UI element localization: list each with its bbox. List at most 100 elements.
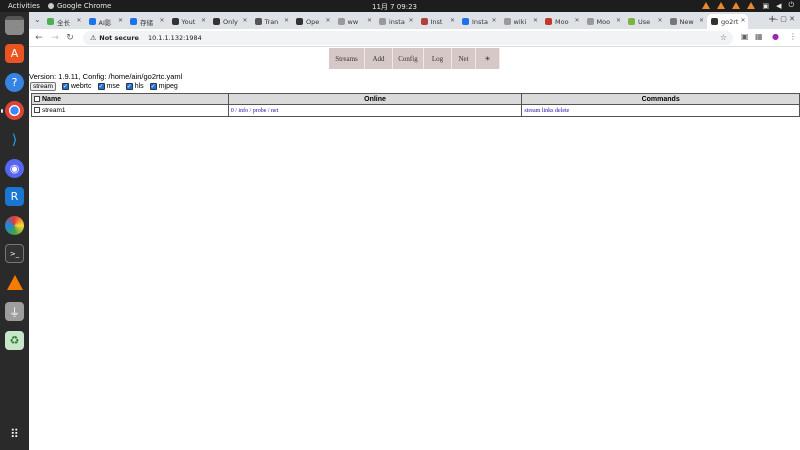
name-column-header[interactable]: Name (31, 93, 229, 105)
extension-icon[interactable]: ▣ (741, 32, 749, 41)
bookmark-star-icon[interactable]: ☆ (720, 33, 727, 42)
rustdesk-icon[interactable]: R (5, 187, 24, 206)
update-warning-icon (717, 2, 726, 9)
tab-favicon-icon (420, 18, 428, 25)
browser-tab[interactable]: Only ✕ (209, 14, 250, 29)
warning-icon: ⚠ (90, 34, 97, 42)
window-controls[interactable]: — ▢ ✕ (771, 15, 795, 23)
menu-item-streams[interactable]: Streams (329, 48, 365, 69)
tab-close-icon[interactable]: ✕ (242, 17, 247, 24)
menu-item-theme-toggle[interactable]: ☀ (476, 48, 500, 69)
forward-button[interactable]: → (49, 32, 61, 44)
tab-close-icon[interactable]: ✕ (159, 17, 164, 24)
power-icon: ⏻ (788, 1, 794, 9)
select-all-checkbox[interactable] (34, 95, 40, 102)
browser-tab[interactable]: insta ✕ (375, 14, 416, 29)
tab-favicon-icon (171, 18, 179, 25)
address-bar[interactable]: ⚠ Not secure 10.1.1.132:1984 ☆ (83, 31, 733, 45)
browser-tab[interactable]: 存储 ✕ (126, 14, 167, 29)
tab-label: Yout (181, 17, 196, 26)
tab-close-icon[interactable]: ✕ (533, 17, 538, 24)
browser-tab[interactable]: ww ✕ (334, 14, 375, 29)
puzzle-icon[interactable]: ▦ (755, 32, 763, 41)
profile-avatar-icon[interactable]: ● (772, 32, 779, 41)
browser-tab[interactable]: Moo ✕ (541, 14, 582, 29)
version-info: Version: 1.9.11, Config: /home/ain/go2rt… (29, 72, 183, 81)
vscode-icon[interactable]: ⟩ (5, 130, 24, 149)
files-icon[interactable] (5, 16, 24, 35)
tab-close-icon[interactable]: ✕ (76, 17, 81, 24)
tab-close-icon[interactable]: ✕ (201, 17, 206, 24)
row-select-checkbox[interactable] (34, 107, 40, 114)
browser-tab[interactable]: New ✕ (666, 14, 707, 29)
tab-label: AI影 (98, 18, 112, 27)
help-icon[interactable]: ? (5, 73, 24, 92)
browser-tab[interactable]: Use ✕ (624, 14, 665, 29)
browser-tab[interactable]: AI影 ✕ (85, 14, 126, 29)
tab-close-icon[interactable]: ✕ (325, 17, 330, 24)
tab-close-icon[interactable]: ✕ (699, 17, 704, 24)
tab-close-icon[interactable]: ✕ (657, 17, 662, 24)
clock[interactable]: 11月 7 09:23 (372, 2, 417, 12)
trash-icon[interactable]: ♻ (5, 331, 24, 350)
commands-column-header: Commands (521, 93, 800, 105)
table-header-row: Name Online Commands (31, 93, 800, 105)
reload-button[interactable]: ↻ (64, 32, 76, 44)
browser-tab[interactable]: 全长 ✕ (43, 14, 84, 29)
chrome-small-icon (48, 3, 54, 9)
tab-label: Ope (306, 17, 320, 26)
tab-close-icon[interactable]: ✕ (367, 17, 372, 24)
chrome-icon[interactable] (5, 101, 24, 120)
url-text[interactable]: 10.1.1.132:1984 (148, 34, 202, 42)
browser-tab[interactable]: Yout ✕ (168, 14, 209, 29)
mjpeg-checkbox[interactable]: ✓ (149, 83, 157, 90)
browser-tab[interactable]: Moo ✕ (583, 14, 624, 29)
tab-close-icon[interactable]: ✕ (740, 17, 745, 24)
menu-item-config[interactable]: Config (393, 48, 424, 69)
browser-tab[interactable]: Inst ✕ (417, 14, 458, 29)
browser-tab[interactable]: Insta ✕ (458, 14, 499, 29)
show-apps-icon[interactable]: ⠿ (5, 424, 24, 443)
table-row: stream1 0 / info / probe / net stream li… (31, 104, 800, 117)
menu-kebab-icon[interactable]: ⋮ (789, 32, 797, 41)
hls-checkbox[interactable]: ✓ (125, 83, 133, 90)
browser-tab[interactable]: Tran ✕ (251, 14, 292, 29)
back-button[interactable]: ← (33, 32, 45, 44)
browser-tab[interactable]: go2rt ✕ (707, 14, 748, 29)
usb-drive-icon[interactable]: ⏚ (5, 302, 24, 321)
online-links-cell[interactable]: 0 / info / probe / net (227, 104, 523, 117)
webrtc-checkbox[interactable]: ✓ (61, 83, 69, 90)
tab-close-icon[interactable]: ✕ (450, 17, 455, 24)
app-menu[interactable]: Google Chrome (48, 2, 111, 10)
activities-button[interactable]: Activities (8, 2, 40, 10)
mse-label[interactable]: mse (107, 83, 120, 90)
terminal-icon[interactable]: >_ (5, 244, 24, 263)
tab-favicon-icon (545, 18, 552, 25)
mjpeg-label[interactable]: mjpeg (159, 83, 178, 90)
hls-label[interactable]: hls (135, 83, 144, 90)
browser-tab[interactable]: Ope ✕ (292, 14, 333, 29)
tab-close-icon[interactable]: ✕ (118, 17, 123, 24)
not-secure-label[interactable]: Not secure (99, 34, 139, 42)
tab-close-icon[interactable]: ✕ (491, 17, 496, 24)
commands-links-cell[interactable]: stream links delete (521, 104, 800, 117)
stream-button[interactable]: stream (30, 82, 56, 91)
system-tray[interactable]: ▣ ◀ ⏻ (702, 1, 794, 10)
tab-close-icon[interactable]: ✕ (408, 17, 413, 24)
discord-icon[interactable]: ◉ (5, 159, 24, 178)
network-icon: ▣ (762, 1, 770, 10)
menu-item-add[interactable]: Add (365, 48, 393, 69)
tab-search-icon[interactable]: ⌄ (34, 15, 41, 24)
mse-checkbox[interactable]: ✓ (97, 83, 105, 90)
disk-usage-icon[interactable] (5, 216, 24, 235)
tab-favicon-icon (47, 18, 54, 25)
tab-close-icon[interactable]: ✕ (616, 17, 621, 24)
browser-tab[interactable]: wiki ✕ (500, 14, 541, 29)
webrtc-label[interactable]: webrtc (71, 83, 92, 90)
tab-close-icon[interactable]: ✕ (574, 17, 579, 24)
menu-item-log[interactable]: Log (424, 48, 452, 69)
tab-close-icon[interactable]: ✕ (284, 17, 289, 24)
menu-item-net[interactable]: Net (452, 48, 476, 69)
app-center-icon[interactable]: A (5, 44, 24, 63)
vlc-icon[interactable] (5, 273, 24, 292)
